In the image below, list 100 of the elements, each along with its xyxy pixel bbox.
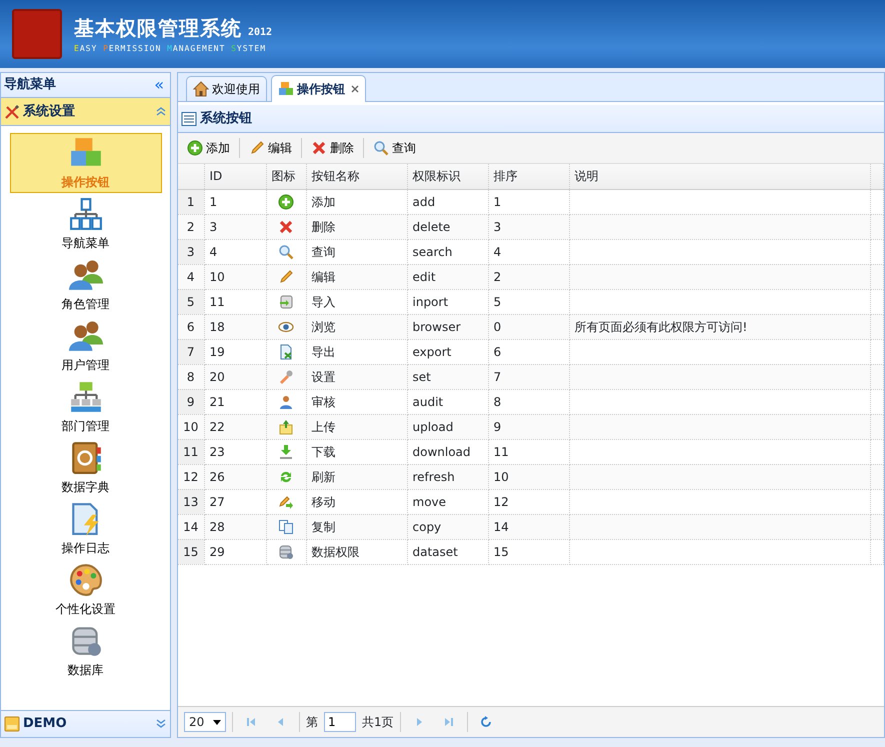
org-chart-icon [68, 380, 102, 414]
cross-icon [311, 140, 327, 156]
toolbar-button[interactable]: 添加 [181, 137, 236, 159]
row-number: 5 [178, 289, 204, 314]
column-header[interactable]: 说明 [569, 164, 870, 189]
sidebar-item[interactable]: 个性化设置 [10, 560, 162, 620]
sidebar-item[interactable]: 操作日志 [10, 499, 162, 559]
table-cell: 设置 [306, 364, 407, 389]
blocks-icon [278, 81, 294, 97]
table-cell: 所有页面必须有此权限方可访问! [569, 314, 870, 339]
row-number: 8 [178, 364, 204, 389]
plus-circle-icon [278, 194, 294, 210]
table-cell: 0 [488, 314, 569, 339]
table-cell: 数据权限 [306, 539, 407, 564]
tab[interactable]: 欢迎使用 [186, 76, 267, 101]
toolbar-button[interactable]: 编辑 [243, 137, 298, 159]
panel-title: 系统按钮 [200, 110, 252, 128]
last-page-icon [442, 716, 455, 728]
document-icon [278, 344, 294, 360]
tab[interactable]: 操作按钮 [271, 75, 366, 102]
person-icon [278, 394, 294, 410]
first-page-icon [245, 716, 257, 728]
pencil-icon [278, 269, 294, 286]
table-cell: 复制 [306, 514, 407, 539]
sidebar-item[interactable]: 数据字典 [10, 438, 162, 498]
folder-icon [4, 716, 20, 732]
magnifier-icon [373, 140, 389, 156]
table-cell: copy [407, 514, 488, 539]
row-number: 15 [178, 539, 204, 564]
collapse-icon[interactable] [155, 106, 167, 118]
table-cell: set [407, 364, 488, 389]
database-icon [278, 544, 294, 560]
page-input[interactable]: 1 [324, 712, 356, 732]
row-number: 13 [178, 489, 204, 514]
sidebar-item[interactable]: 部门管理 [10, 377, 162, 437]
column-header[interactable]: ID [204, 164, 266, 189]
tools-icon [4, 104, 20, 120]
caret-icon [213, 718, 221, 726]
row-number: 6 [178, 314, 204, 339]
column-header[interactable]: 权限标识 [407, 164, 488, 189]
table-cell: edit [407, 264, 488, 289]
palette-icon [68, 562, 102, 596]
accordion-header[interactable]: DEMO [1, 710, 170, 737]
import-icon [278, 294, 294, 310]
row-number: 14 [178, 514, 204, 539]
page-total: 共1页 [362, 714, 394, 731]
table-cell: 28 [204, 514, 266, 539]
close-icon[interactable] [351, 85, 359, 93]
column-header[interactable]: 按钮名称 [306, 164, 407, 189]
expand-icon[interactable] [155, 718, 167, 730]
page-label: 第 [306, 714, 318, 731]
table-cell: 3 [204, 214, 266, 239]
row-number: 10 [178, 414, 204, 439]
table-cell: 29 [204, 539, 266, 564]
table-cell: dataset [407, 539, 488, 564]
list-icon [181, 110, 197, 126]
collapse-button[interactable]: « [151, 77, 167, 93]
column-header[interactable]: 排序 [488, 164, 569, 189]
accordion-header[interactable]: 系统设置 [1, 98, 170, 126]
magnifier-icon [278, 244, 294, 260]
wrench-icon [278, 369, 294, 386]
row-number: 12 [178, 464, 204, 489]
sidebar-item[interactable]: 导航菜单 [10, 194, 162, 254]
sidebar-item[interactable]: 用户管理 [10, 316, 162, 376]
row-number: 4 [178, 264, 204, 289]
table-cell: browser [407, 314, 488, 339]
cross-icon [278, 219, 294, 236]
table-cell: 20 [204, 364, 266, 389]
row-number: 9 [178, 389, 204, 414]
year-label: 2012 [248, 26, 272, 40]
house-icon [193, 81, 209, 97]
app-title: 基本权限管理系统 [74, 15, 242, 42]
plus-circle-icon [187, 140, 203, 156]
copy-icon [278, 519, 294, 536]
toolbar-button[interactable]: 删除 [305, 137, 360, 159]
table-cell: 22 [204, 414, 266, 439]
table-cell: 14 [488, 514, 569, 539]
table-cell: 2 [488, 264, 569, 289]
download-icon [278, 444, 294, 460]
pencil-arrow-icon [278, 494, 294, 510]
table-cell: 9 [488, 414, 569, 439]
toolbar-button[interactable]: 查询 [367, 137, 422, 159]
page-size-select[interactable]: 20 [184, 712, 226, 732]
table-cell: upload [407, 414, 488, 439]
table-cell: 18 [204, 314, 266, 339]
table-cell: 10 [204, 264, 266, 289]
pencil-icon [249, 140, 265, 156]
table-cell: refresh [407, 464, 488, 489]
sidebar-item[interactable]: 数据库 [10, 621, 162, 681]
upload-icon [278, 419, 294, 436]
table-cell: 上传 [306, 414, 407, 439]
row-number: 2 [178, 214, 204, 239]
table-cell: 编辑 [306, 264, 407, 289]
users-icon [68, 258, 102, 292]
row-number: 11 [178, 439, 204, 464]
table-cell: 刷新 [306, 464, 407, 489]
column-header[interactable]: 图标 [266, 164, 306, 189]
sidebar-item[interactable]: 角色管理 [10, 255, 162, 315]
row-number: 3 [178, 239, 204, 264]
refresh-icon [480, 716, 492, 728]
